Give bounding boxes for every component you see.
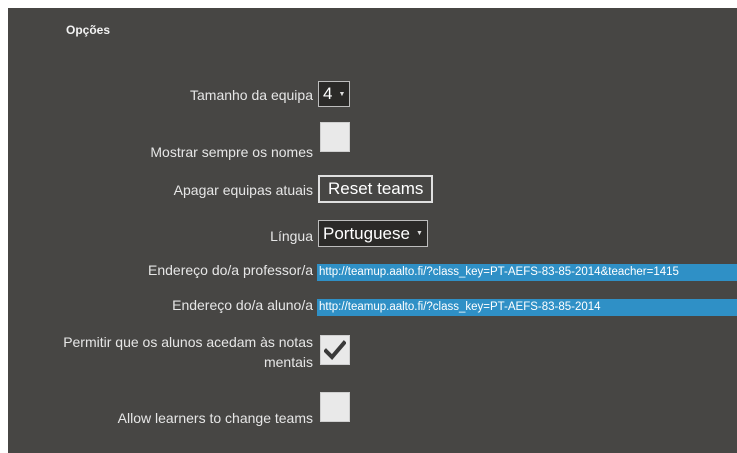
team-size-label: Tamanho da equipa: [190, 87, 313, 103]
teacher-address-field[interactable]: http://teamup.aalto.fi/?class_key=PT-AEF…: [317, 264, 737, 281]
teacher-address-label: Endereço do/a professor/a: [148, 262, 313, 278]
notes-access-checkbox[interactable]: [320, 335, 350, 365]
language-label: Língua: [270, 228, 313, 244]
team-size-value: 4: [323, 84, 333, 103]
section-title: Opções: [66, 23, 111, 37]
show-names-label: Mostrar sempre os nomes: [150, 144, 313, 160]
reset-teams-button[interactable]: Reset teams: [318, 175, 434, 203]
change-teams-checkbox[interactable]: [320, 392, 350, 422]
caret-down-icon: ▼: [415, 230, 423, 237]
show-names-checkbox[interactable]: [320, 122, 350, 152]
student-address-field[interactable]: http://teamup.aalto.fi/?class_key=PT-AEF…: [317, 299, 737, 316]
delete-teams-label: Apagar equipas atuais: [173, 182, 313, 198]
language-select[interactable]: Portuguese ▼: [318, 220, 428, 247]
language-value: Portuguese: [323, 223, 410, 243]
caret-down-icon: ▼: [338, 90, 346, 98]
student-address-label: Endereço do/a aluno/a: [172, 297, 313, 313]
notes-access-label: Permitir que os alunos acedam às notas m…: [63, 334, 313, 370]
change-teams-label: Allow learners to change teams: [117, 410, 313, 426]
team-size-select[interactable]: 4 ▼: [318, 81, 351, 107]
checkmark-icon: [324, 340, 346, 360]
options-panel: Opções Tamanho da equipa 4 ▼ Mostrar sem…: [8, 8, 737, 453]
